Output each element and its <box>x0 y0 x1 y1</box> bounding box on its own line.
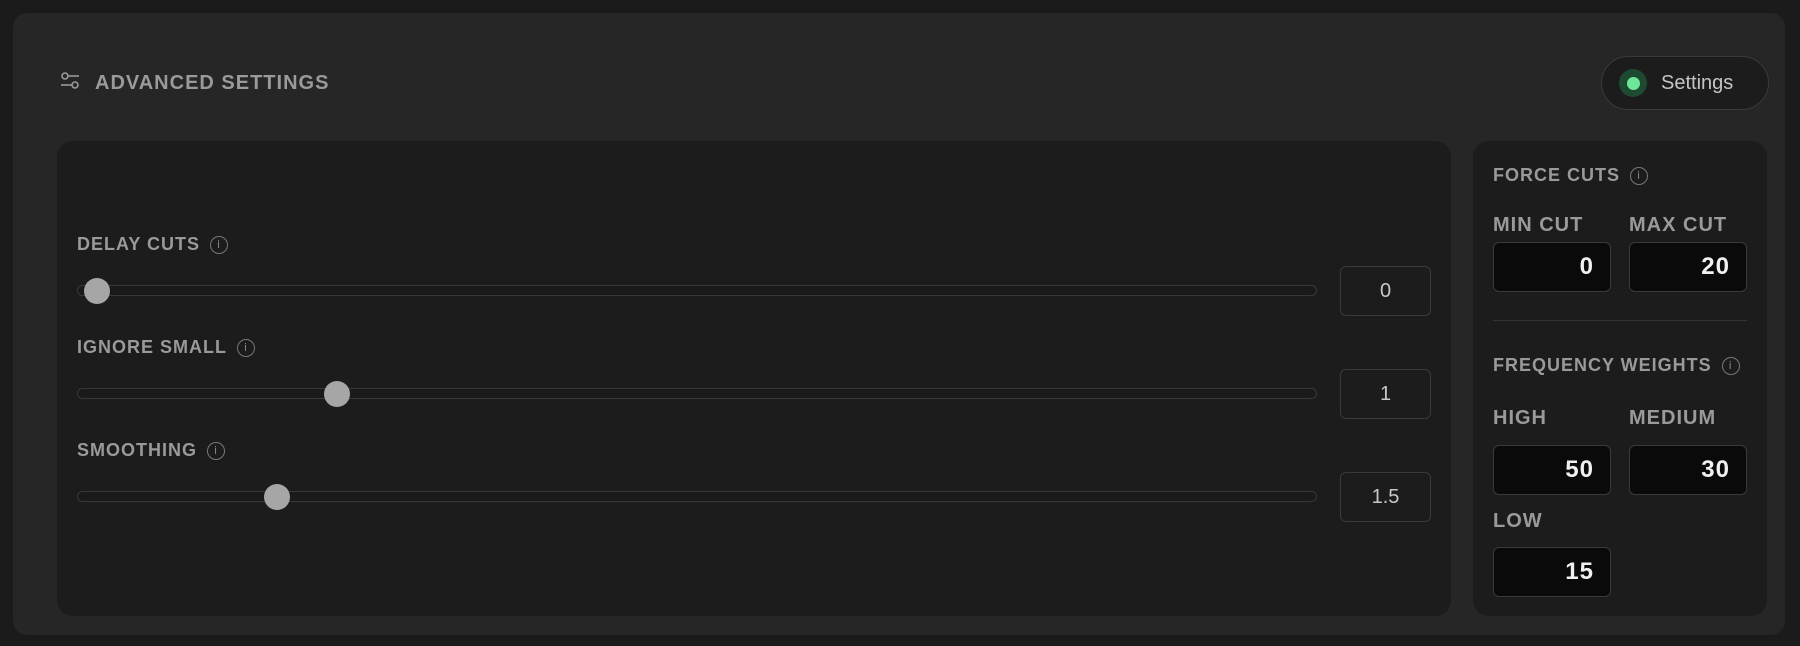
delay-cuts-text: DELAY CUTS <box>77 234 201 254</box>
advanced-settings-card: ADVANCED SETTINGS Settings DELAY CUTS i … <box>13 13 1785 635</box>
frequency-weights-label: FREQUENCY WEIGHTS i <box>1493 355 1740 376</box>
info-icon[interactable]: i <box>1630 166 1648 185</box>
section-header: ADVANCED SETTINGS <box>59 70 329 97</box>
smoothing-slider[interactable] <box>77 483 1317 510</box>
divider <box>1493 320 1747 321</box>
status-indicator <box>1619 69 1647 97</box>
settings-button-label: Settings <box>1661 71 1734 94</box>
max-cut-label: MAX CUT <box>1629 214 1728 236</box>
low-label: LOW <box>1493 510 1543 532</box>
ignore-small-label: IGNORE SMALL i <box>77 337 255 358</box>
delay-cuts-slider[interactable] <box>77 277 1317 304</box>
medium-input[interactable]: 30 <box>1629 445 1747 495</box>
delay-cuts-value[interactable]: 0 <box>1340 266 1431 316</box>
frequency-weights-text: FREQUENCY WEIGHTS <box>1493 355 1712 375</box>
high-input[interactable]: 50 <box>1493 445 1611 495</box>
ignore-small-value[interactable]: 1 <box>1340 369 1431 419</box>
min-cut-input[interactable]: 0 <box>1493 242 1611 292</box>
ignore-small-slider[interactable] <box>77 380 1317 407</box>
medium-label: MEDIUM <box>1629 407 1717 429</box>
settings-button[interactable]: Settings <box>1601 56 1769 110</box>
smoothing-slider-thumb[interactable] <box>264 483 291 510</box>
sliders-icon <box>59 70 81 97</box>
ignore-small-slider-thumb[interactable] <box>323 380 350 407</box>
min-cut-label: MIN CUT <box>1493 214 1584 236</box>
info-icon[interactable]: i <box>1721 356 1740 375</box>
delay-cuts-slider-thumb[interactable] <box>83 277 110 304</box>
force-cuts-text: FORCE CUTS <box>1493 165 1620 185</box>
status-dot <box>1626 76 1640 90</box>
high-label: HIGH <box>1493 407 1547 429</box>
delay-cuts-label: DELAY CUTS i <box>77 234 229 255</box>
force-cuts-label: FORCE CUTS i <box>1493 165 1648 186</box>
ignore-small-text: IGNORE SMALL <box>77 337 227 357</box>
smoothing-label: SMOOTHING i <box>77 440 225 461</box>
smoothing-value[interactable]: 1.5 <box>1340 472 1431 522</box>
smoothing-text: SMOOTHING <box>77 440 197 460</box>
cuts-panel: FORCE CUTS i MIN CUT MAX CUT 0 20 FREQUE… <box>1473 141 1767 616</box>
info-icon[interactable]: i <box>207 441 225 460</box>
low-input[interactable]: 15 <box>1493 547 1611 597</box>
slider-panel: DELAY CUTS i 0 IGNORE SMALL i 1 SMOOTHIN… <box>57 141 1451 616</box>
page-title: ADVANCED SETTINGS <box>95 72 330 94</box>
info-icon[interactable]: i <box>237 338 255 357</box>
max-cut-input[interactable]: 20 <box>1629 242 1747 292</box>
info-icon[interactable]: i <box>210 235 229 254</box>
